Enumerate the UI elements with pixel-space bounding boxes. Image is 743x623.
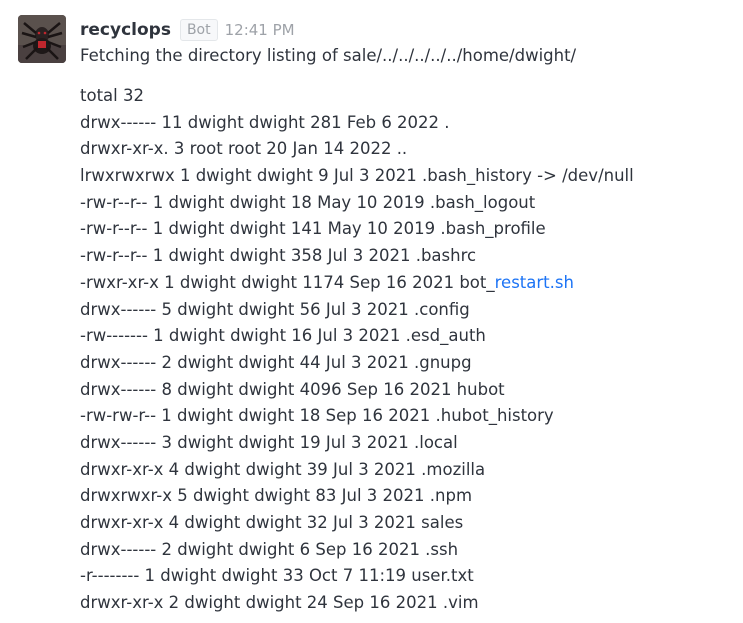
listing-line: -rw------- 1 dwight dwight 16 Jul 3 2021… xyxy=(80,326,486,346)
listing-line: -rwxr-xr-x 1 dwight dwight 1174 Sep 16 2… xyxy=(80,270,634,297)
listing-line-text: -rwxr-xr-x 1 dwight dwight 1174 Sep 16 2… xyxy=(80,272,495,292)
listing-line: drwx------ 2 dwight dwight 6 Sep 16 2021… xyxy=(80,539,459,559)
listing-line: -r-------- 1 dwight dwight 33 Oct 7 11:1… xyxy=(80,566,474,586)
directory-listing: total 32 drwx------ 11 dwight dwight 281 … xyxy=(80,83,634,617)
listing-line: drwx------ 2 dwight dwight 44 Jul 3 2021… xyxy=(80,352,472,372)
listing-line: drwxr-xr-x. 3 root root 20 Jan 14 2022 .… xyxy=(80,139,408,159)
avatar-image xyxy=(18,15,66,63)
listing-line: drwxr-xr-x 2 dwight dwight 24 Sep 16 202… xyxy=(80,593,479,613)
listing-line: -rw-r--r-- 1 dwight dwight 141 May 10 20… xyxy=(80,219,546,239)
listing-line: -rw-rw-r-- 1 dwight dwight 18 Sep 16 202… xyxy=(80,406,554,426)
message-header: recyclops Bot 12:41 PM xyxy=(80,17,295,43)
listing-line: -rw-r--r-- 1 dwight dwight 358 Jul 3 202… xyxy=(80,246,477,266)
message-timestamp[interactable]: 12:41 PM xyxy=(225,21,295,39)
listing-line: drwxr-xr-x 4 dwight dwight 32 Jul 3 2021… xyxy=(80,513,464,532)
restart-sh-link[interactable]: restart.sh xyxy=(495,273,574,292)
username[interactable]: recyclops xyxy=(80,20,171,40)
bot-badge: Bot xyxy=(179,19,218,41)
user-avatar-spider-icon[interactable] xyxy=(18,15,66,63)
listing-line: drwx------ 5 dwight dwight 56 Jul 3 2021… xyxy=(80,299,470,319)
listing-line: drwx------ 8 dwight dwight 4096 Sep 16 2… xyxy=(80,379,505,399)
listing-line: total 32 xyxy=(80,86,144,105)
message-intro-text: Fetching the directory listing of sale/.… xyxy=(80,46,577,65)
listing-line: lrwxrwxrwx 1 dwight dwight 9 Jul 3 2021 … xyxy=(80,166,634,186)
listing-line: drwxr-xr-x 4 dwight dwight 39 Jul 3 2021… xyxy=(80,459,486,479)
listing-line: drwxrwxr-x 5 dwight dwight 83 Jul 3 2021… xyxy=(80,486,473,506)
listing-line: drwx------ 11 dwight dwight 281 Feb 6 20… xyxy=(80,112,450,132)
chat-message: recyclops Bot 12:41 PM Fetching the dire… xyxy=(0,0,743,623)
listing-line: drwx------ 3 dwight dwight 19 Jul 3 2021… xyxy=(80,432,458,452)
listing-line: -rw-r--r-- 1 dwight dwight 18 May 10 201… xyxy=(80,192,536,212)
